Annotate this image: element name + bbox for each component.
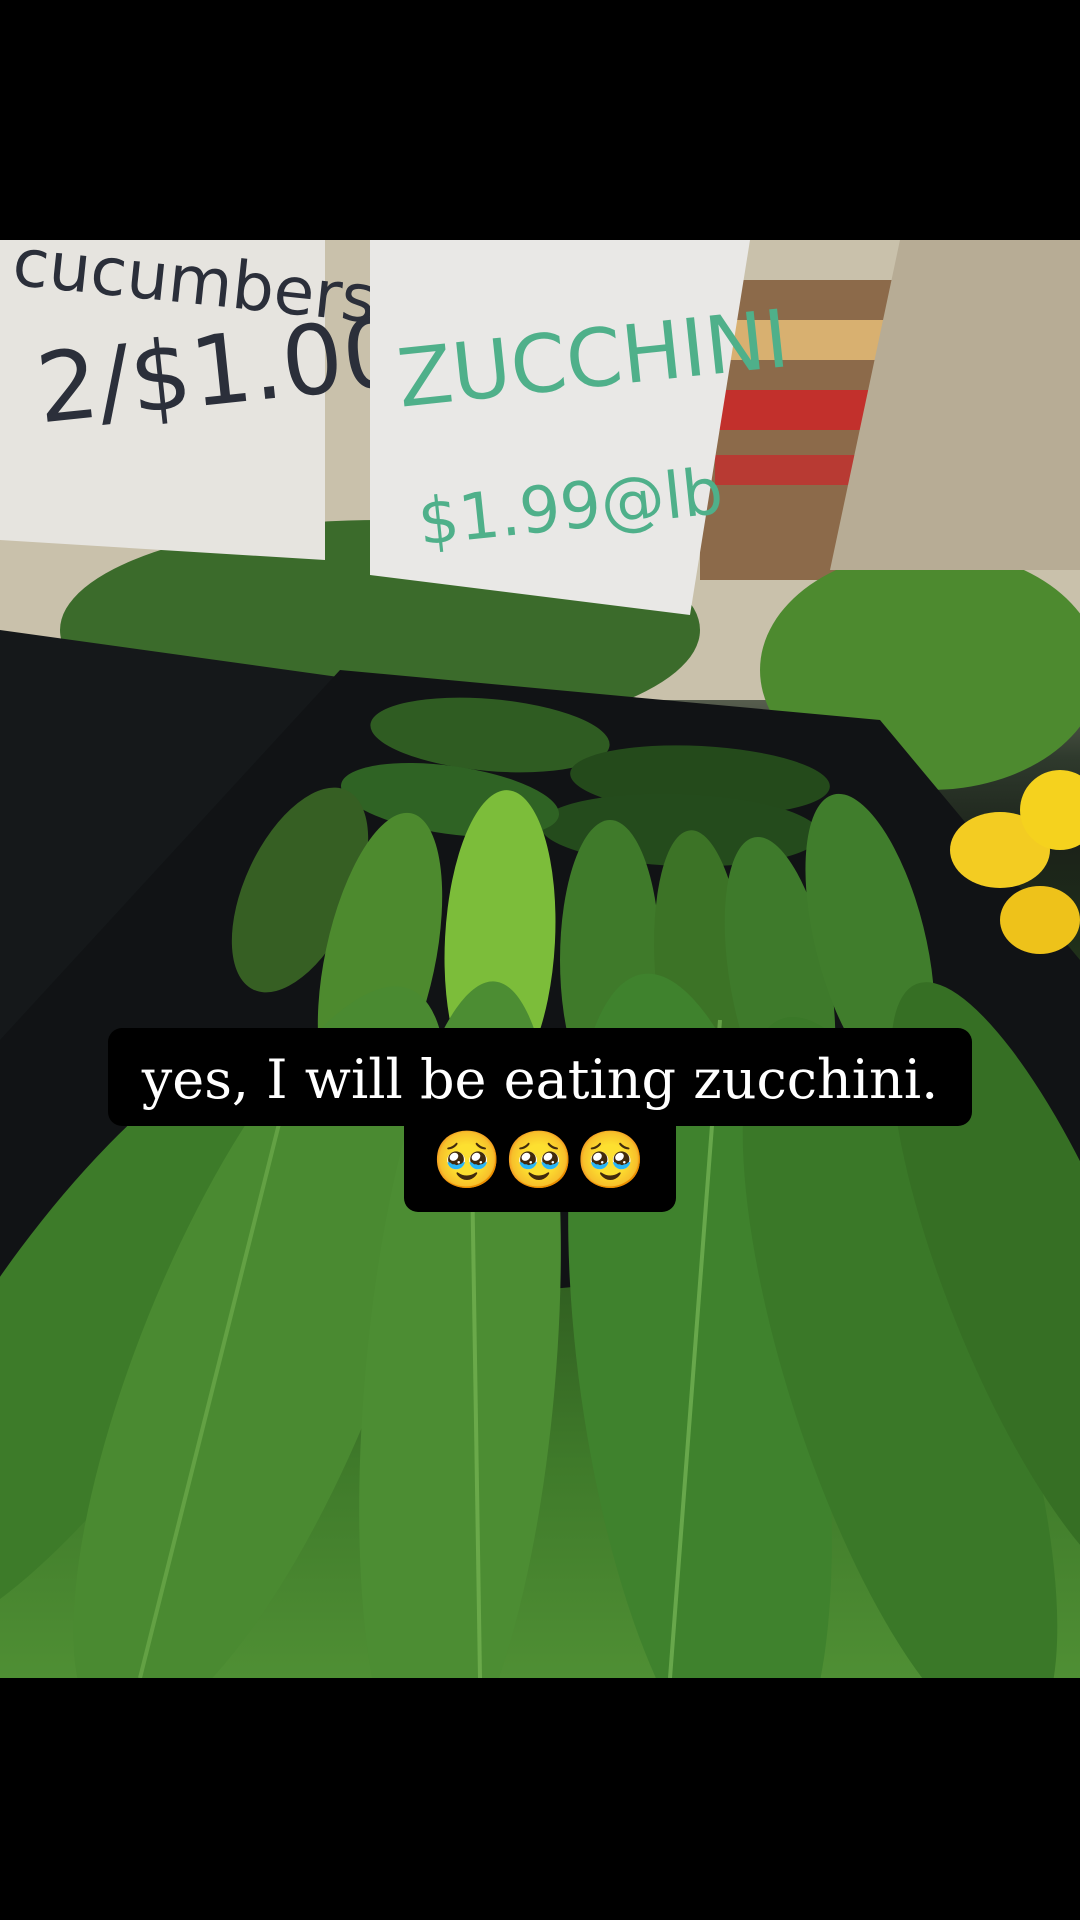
caption-block: yes, I will be eating zucchini. 🥹🥹🥹: [0, 1028, 1080, 1212]
caption-line-1: yes, I will be eating zucchini.: [107, 1028, 973, 1126]
photo-illustration: cucumbers 2/$1.00 ZUCCHINI $1.99@lb: [0, 240, 1080, 1678]
caption-emojis: 🥹🥹🥹: [404, 1124, 676, 1212]
background-photo: cucumbers 2/$1.00 ZUCCHINI $1.99@lb: [0, 240, 1080, 1678]
story-viewer: cucumbers 2/$1.00 ZUCCHINI $1.99@lb yes,…: [0, 0, 1080, 1920]
